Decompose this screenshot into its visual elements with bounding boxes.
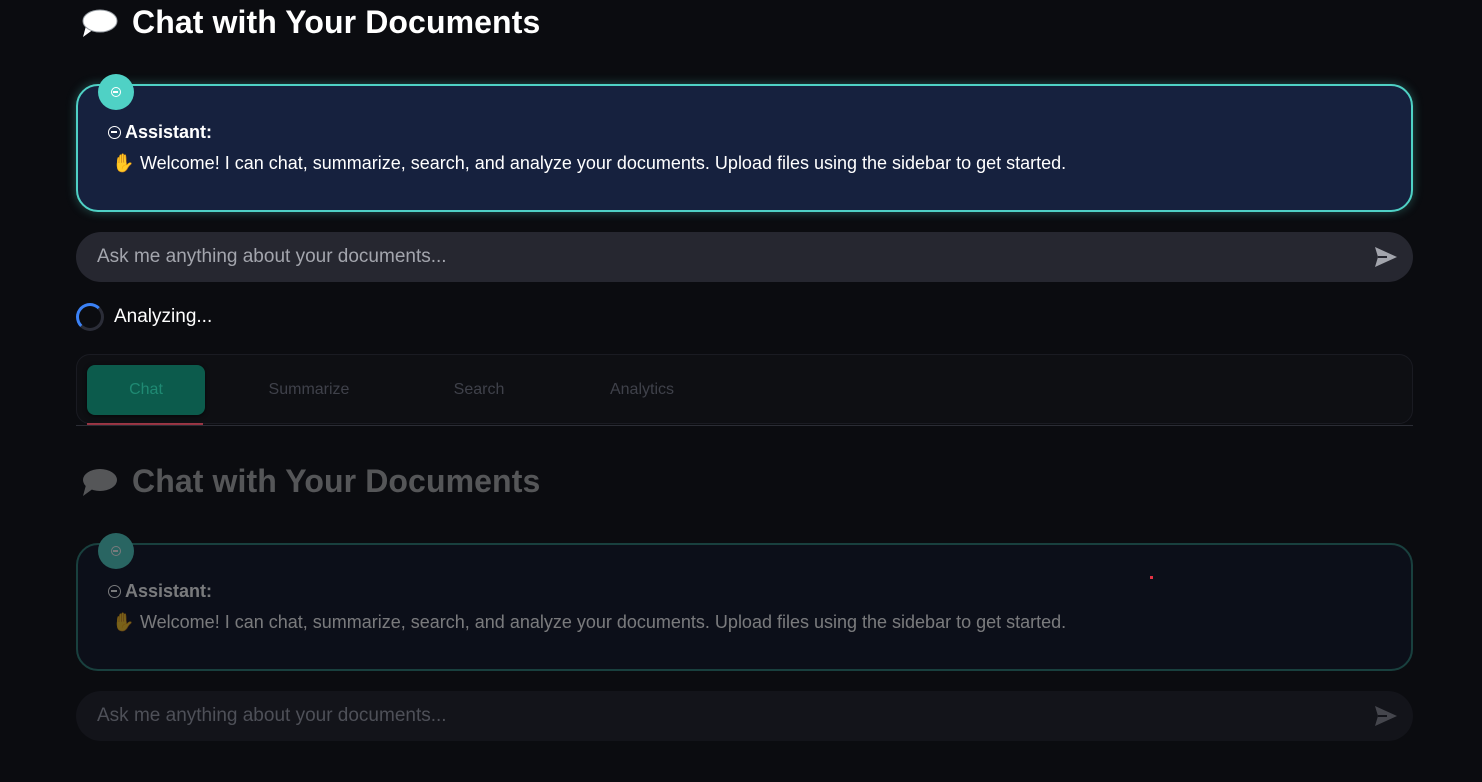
robot-face-icon — [111, 546, 121, 556]
robot-face-icon — [111, 87, 121, 97]
tab-chat[interactable]: Chat — [87, 365, 205, 415]
page-title-text: Chat with Your Documents — [132, 4, 541, 40]
robot-face-icon — [108, 126, 121, 139]
page-title: Chat with Your Documents — [80, 4, 540, 41]
chat-input-stale[interactable] — [76, 691, 1413, 741]
tab-summarize[interactable]: Summarize — [247, 365, 371, 415]
cursor-dot — [1150, 576, 1153, 579]
waving-hand-icon: ✋ — [112, 612, 135, 632]
message-role: Assistant: — [108, 122, 212, 143]
tab-analytics[interactable]: Analytics — [597, 365, 687, 415]
assistant-message-card: Assistant: ✋ Welcome! I can chat, summar… — [76, 74, 1413, 212]
message-role: Assistant: — [108, 581, 212, 602]
send-button-stale[interactable] — [1372, 702, 1400, 730]
status-indicator: Analyzing... — [76, 303, 212, 331]
robot-face-icon — [108, 585, 121, 598]
message-text: Welcome! I can chat, summarize, search, … — [140, 612, 1067, 632]
assistant-message-card-stale: Assistant: ✋ Welcome! I can chat, summar… — [76, 533, 1413, 671]
page-title-text: Chat with Your Documents — [132, 463, 541, 499]
message-body: ✋ Welcome! I can chat, summarize, search… — [112, 612, 1066, 633]
message-role-label: Assistant: — [125, 581, 213, 601]
message-text: Welcome! I can chat, summarize, search, … — [140, 153, 1067, 173]
speech-bubble-icon — [80, 467, 118, 497]
app-page: Chat with Your Documents Assistant: ✋ We… — [0, 0, 1482, 782]
send-button[interactable] — [1372, 243, 1400, 271]
assistant-avatar — [98, 533, 134, 569]
speech-bubble-icon — [80, 8, 118, 38]
waving-hand-icon: ✋ — [112, 153, 135, 173]
page-title-stale: Chat with Your Documents — [80, 463, 540, 500]
send-arrow-icon — [1375, 706, 1397, 726]
loading-spinner-icon — [76, 303, 104, 331]
chat-input[interactable] — [76, 232, 1413, 282]
tab-bar: Chat Summarize Search Analytics — [76, 354, 1413, 424]
assistant-avatar — [98, 74, 134, 110]
message-role-label: Assistant: — [125, 122, 213, 142]
tab-search[interactable]: Search — [435, 365, 523, 415]
status-text: Analyzing... — [114, 306, 213, 327]
active-tab-indicator — [87, 423, 203, 425]
message-body: ✋ Welcome! I can chat, summarize, search… — [112, 153, 1066, 174]
send-arrow-icon — [1375, 247, 1397, 267]
tabs-divider — [76, 425, 1413, 426]
